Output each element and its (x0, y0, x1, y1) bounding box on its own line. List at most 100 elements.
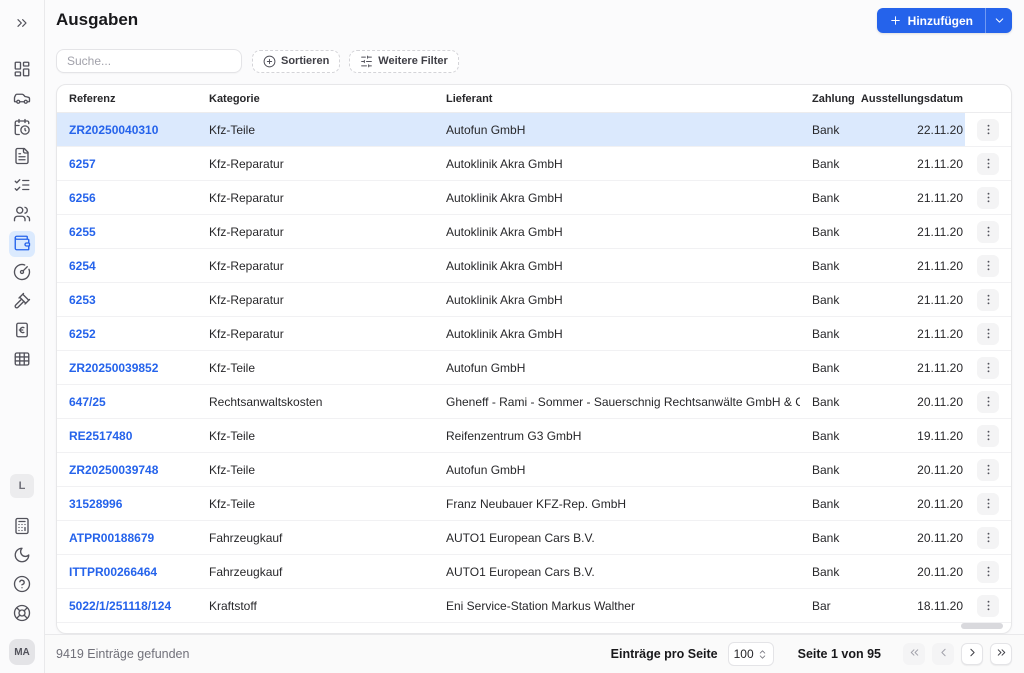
sort-button[interactable]: Sortieren (252, 49, 341, 73)
supplier-cell: Autoklinik Akra GmbH (446, 224, 563, 239)
user-avatar[interactable]: MA (9, 639, 35, 665)
sidebar-item-contacts[interactable] (9, 202, 35, 228)
reference-link[interactable]: 6257 (57, 147, 197, 180)
row-menu-button[interactable] (977, 560, 999, 583)
table-row[interactable]: 647/25 Rechtsanwaltskosten Gheneff - Rami … (57, 385, 1011, 419)
workspace-badge[interactable]: L (10, 474, 34, 498)
supplier-cell: AUTO1 European Cars B.V. (446, 564, 595, 579)
category-cell: Fahrzeugkauf (209, 564, 283, 579)
sidebar-item-vehicles[interactable] (9, 86, 35, 112)
row-menu-button[interactable] (977, 288, 999, 311)
issue-date-cell: 19.11.20 (917, 428, 963, 443)
row-menu-button[interactable] (977, 424, 999, 447)
table-row[interactable]: 6254 Kfz-Reparatur Autoklinik Akra GmbH Ban… (57, 249, 1011, 283)
more-filters-button[interactable]: Weitere Filter (349, 49, 459, 73)
add-dropdown-button[interactable] (986, 8, 1012, 33)
chevrons-right-icon (995, 646, 1008, 662)
last-page-button[interactable] (990, 643, 1012, 665)
table-row[interactable]: 31528996 Kfz-Teile Franz Neubauer KFZ-Rep.… (57, 487, 1011, 521)
first-page-button[interactable] (903, 643, 925, 665)
supplier-cell: Autofun GmbH (434, 113, 800, 146)
ellipsis-vertical-icon (982, 191, 995, 204)
row-actions-cell (965, 249, 1011, 282)
supplier-cell: Gheneff - Rami - Sommer - Sauerschnig Re… (446, 394, 800, 409)
reference-link[interactable]: 5022/1/251118/124 (57, 589, 197, 622)
sidebar-item-dashboard[interactable] (9, 57, 35, 83)
sidebar: L MA (0, 0, 45, 673)
supplier-cell: Autofun GmbH (446, 360, 526, 375)
row-menu-button[interactable] (977, 118, 999, 141)
row-menu-button[interactable] (977, 492, 999, 515)
row-menu-button[interactable] (977, 458, 999, 481)
category-cell: Kfz-Reparatur (209, 292, 284, 307)
reference-link[interactable]: 647/25 (57, 385, 197, 418)
table-row[interactable]: ATPR00188679 Fahrzeugkauf AUTO1 European C… (57, 521, 1011, 555)
reference-link[interactable]: ZR20250040310 (57, 113, 197, 146)
sidebar-item-calendar[interactable] (9, 115, 35, 141)
category-cell: Fahrzeugkauf (209, 530, 283, 545)
search-input[interactable] (56, 49, 242, 73)
table-row[interactable]: 5022/1/251118/124 Kraftstoff Eni Service-S… (57, 589, 1011, 623)
per-page-select[interactable]: 100 (727, 642, 774, 666)
previous-page-button[interactable] (932, 643, 954, 665)
ellipsis-vertical-icon (982, 395, 995, 408)
page-title: Ausgaben (56, 10, 139, 29)
sidebar-item-invoices[interactable] (9, 318, 35, 344)
table-row[interactable]: ZR20250039748 Kfz-Teile Autofun GmbH Bank 20… (57, 453, 1011, 487)
sidebar-item-reports[interactable] (9, 347, 35, 373)
sidebar-item-calculator[interactable] (9, 514, 35, 540)
table-row[interactable]: ZR20250039852 Kfz-Teile Autofun GmbH Bank 21… (57, 351, 1011, 385)
row-actions-cell (965, 385, 1011, 418)
row-menu-button[interactable] (977, 152, 999, 175)
next-page-button[interactable] (961, 643, 983, 665)
table-row[interactable]: ITTPR00266464 Fahrzeugkauf AUTO1 European … (57, 555, 1011, 589)
issue-date-cell: 21.11.20 (917, 190, 963, 205)
table-row[interactable]: 6255 Kfz-Reparatur Autoklinik Akra GmbH Ban… (57, 215, 1011, 249)
row-menu-button[interactable] (977, 594, 999, 617)
row-menu-button[interactable] (977, 390, 999, 413)
row-menu-button[interactable] (977, 322, 999, 345)
reference-link[interactable]: 6254 (57, 249, 197, 282)
row-menu-button[interactable] (977, 186, 999, 209)
table-row[interactable]: 6257 Kfz-Reparatur Autoklinik Akra GmbH Ban… (57, 147, 1011, 181)
row-menu-button[interactable] (977, 220, 999, 243)
reference-link[interactable]: 31528996 (57, 487, 197, 520)
sidebar-item-help[interactable] (9, 572, 35, 598)
reference-link[interactable]: RE2517480 (57, 419, 197, 452)
table-row[interactable]: ZR20250040310 Kfz-Teile Autofun GmbH Bank 22… (57, 113, 1011, 147)
payment-cell: Bank (812, 394, 840, 409)
sidebar-item-tasks[interactable] (9, 173, 35, 199)
issue-date-cell: 21.11.20 (917, 360, 963, 375)
pagination-controls: Einträge pro Seite 100 Seite 1 von 95 (611, 642, 1012, 666)
supplier-cell: Reifenzentrum G3 GmbH (446, 428, 582, 443)
sidebar-expand-button[interactable] (9, 10, 35, 36)
supplier-cell: Eni Service-Station Markus Walther (446, 598, 635, 613)
row-menu-button[interactable] (977, 254, 999, 277)
category-cell: Kraftstoff (209, 598, 257, 613)
ellipsis-vertical-icon (982, 123, 995, 136)
row-menu-button[interactable] (977, 356, 999, 379)
sidebar-item-expenses[interactable] (9, 231, 35, 257)
reference-link[interactable]: 6256 (57, 181, 197, 214)
reference-link[interactable]: ATPR00188679 (57, 521, 197, 554)
sidebar-item-legal[interactable] (9, 289, 35, 315)
table-row[interactable]: 6253 Kfz-Reparatur Autoklinik Akra GmbH Ban… (57, 283, 1011, 317)
row-menu-button[interactable] (977, 526, 999, 549)
reference-link[interactable]: 6252 (57, 317, 197, 350)
reference-link[interactable]: ZR20250039748 (57, 453, 197, 486)
table-row[interactable]: 6256 Kfz-Reparatur Autoklinik Akra GmbH Ban… (57, 181, 1011, 215)
sidebar-item-support[interactable] (9, 601, 35, 627)
reference-link[interactable]: ZR20250039852 (57, 351, 197, 384)
reference-link[interactable]: ITTPR00266464 (57, 555, 197, 588)
issue-date-cell: 20.11.20 (917, 462, 963, 477)
horizontal-scrollbar[interactable] (961, 623, 1003, 629)
table-row[interactable]: RE2517480 Kfz-Teile Reifenzentrum G3 GmbH B… (57, 419, 1011, 453)
sidebar-item-documents[interactable] (9, 144, 35, 170)
reference-link[interactable]: 6255 (57, 215, 197, 248)
reference-link[interactable]: 6253 (57, 283, 197, 316)
add-button[interactable]: Hinzufügen (876, 8, 986, 33)
sidebar-item-dark-mode[interactable] (9, 543, 35, 569)
table-row[interactable]: 6252 Kfz-Reparatur Autoklinik Akra GmbH Ban… (57, 317, 1011, 351)
category-cell: Kfz-Teile (209, 360, 256, 375)
sidebar-item-performance[interactable] (9, 260, 35, 286)
